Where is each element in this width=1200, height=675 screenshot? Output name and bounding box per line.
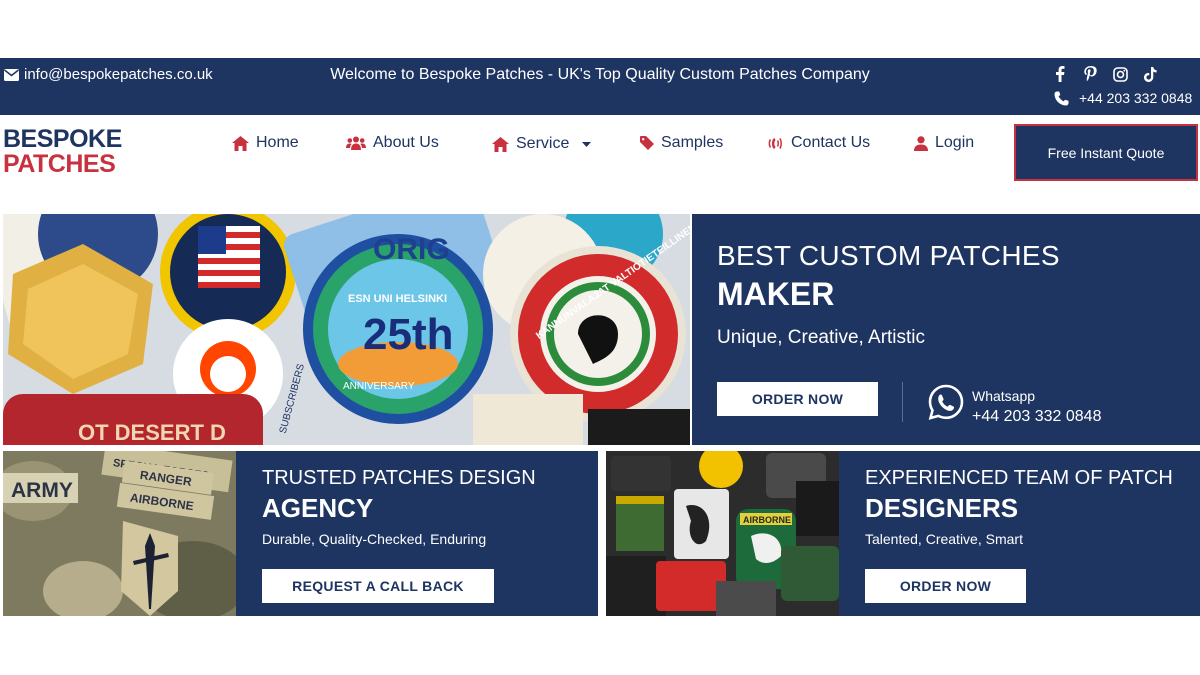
hero-order-now-button[interactable]: ORDER NOW [717,382,878,416]
card2-tagline: Talented, Creative, Smart [865,531,1023,547]
card1-panel: TRUSTED PATCHES DESIGN AGENCY Durable, Q… [236,451,598,616]
card2-order-now-button[interactable]: ORDER NOW [865,569,1026,603]
hero-panel: BEST CUSTOM PATCHES MAKER Unique, Creati… [692,214,1200,445]
card2-heading-line-2: DESIGNERS [865,493,1019,523]
tag-icon [640,136,654,150]
card2-heading-line-1: EXPERIENCED TEAM OF PATCH [865,467,1173,489]
request-call-back-button[interactable]: REQUEST A CALL BACK [262,569,494,603]
nav-login[interactable]: Login [914,134,974,152]
nav-service-label: Service [516,135,570,152]
top-bar: info@bespokepatches.co.uk Welcome to Bes… [0,58,1200,115]
site-logo[interactable]: BESPOKE PATCHES [3,127,122,177]
nav-contact[interactable]: Contact Us [768,134,870,152]
card2-pvc-patches-image: AIRBORNE [606,451,839,616]
caret-down-icon [582,141,592,147]
nav-about-label: About Us [373,134,439,151]
phone-contact[interactable]: +44 203 332 0848 [1054,90,1192,106]
tiktok-icon[interactable] [1142,66,1158,82]
patch-text-airborne-pvc: AIRBORNE [743,515,791,525]
home-icon [492,136,509,152]
patch-text-orig: ORIG [373,233,450,266]
hero-divider [902,382,903,422]
nav-contact-label: Contact Us [791,134,871,151]
patch-text-anniversary: ANNIVERSARY [343,381,415,392]
patch-text-army: ARMY [11,479,73,502]
phone-text: +44 203 332 0848 [1079,90,1193,106]
nav-home-label: Home [256,134,299,151]
nav-about[interactable]: About Us [346,134,439,152]
hero-heading-line-1: BEST CUSTOM PATCHES [717,240,1060,271]
hero-heading-line-2: MAKER [717,276,835,312]
nav-login-label: Login [935,134,975,151]
card2-panel: EXPERIENCED TEAM OF PATCH DESIGNERS Tale… [839,451,1200,616]
hero-tagline: Unique, Creative, Artistic [717,327,926,348]
user-icon [914,135,928,151]
whatsapp-phone[interactable]: +44 203 332 0848 [972,408,1101,426]
logo-line-1: BESPOKE [3,125,122,153]
nav-samples-label: Samples [661,134,724,151]
nav-samples[interactable]: Samples [640,134,723,152]
instagram-icon[interactable] [1112,66,1128,82]
phone-volume-icon [768,137,782,149]
social-links [1052,66,1158,82]
patch-collage: ESN UNI HELSINKI 25th ANNIVERSARY KANNUN… [3,214,690,445]
nav-service[interactable]: Service [492,135,592,153]
logo-line-2: PATCHES [3,150,116,178]
patch-text-25th: 25th [363,310,453,359]
whatsapp-icon[interactable] [928,384,964,425]
phone-icon [1054,91,1069,105]
pinterest-icon[interactable] [1082,66,1098,82]
free-quote-button[interactable]: Free Instant Quote [1014,124,1198,181]
card1-army-patches-image: ARMY SPECIAL FORCES RANGER AIRBORNE [3,451,236,616]
nav-home[interactable]: Home [232,134,299,152]
home-icon [232,135,249,151]
facebook-icon[interactable] [1052,66,1068,82]
patch-text-desert: OT DESERT D [78,420,226,445]
card1-tagline: Durable, Quality-Checked, Enduring [262,531,487,547]
users-icon [346,136,366,150]
whatsapp-label: Whatsapp [972,388,1036,404]
card1-heading-line-2: AGENCY [262,493,374,523]
welcome-message: Welcome to Bespoke Patches - UK's Top Qu… [330,66,870,83]
card1-heading-line-1: TRUSTED PATCHES DESIGN [262,467,536,489]
patch-text-esn: ESN UNI HELSINKI [348,293,447,305]
hero-patches-image: ESN UNI HELSINKI 25th ANNIVERSARY KANNUN… [3,214,690,445]
